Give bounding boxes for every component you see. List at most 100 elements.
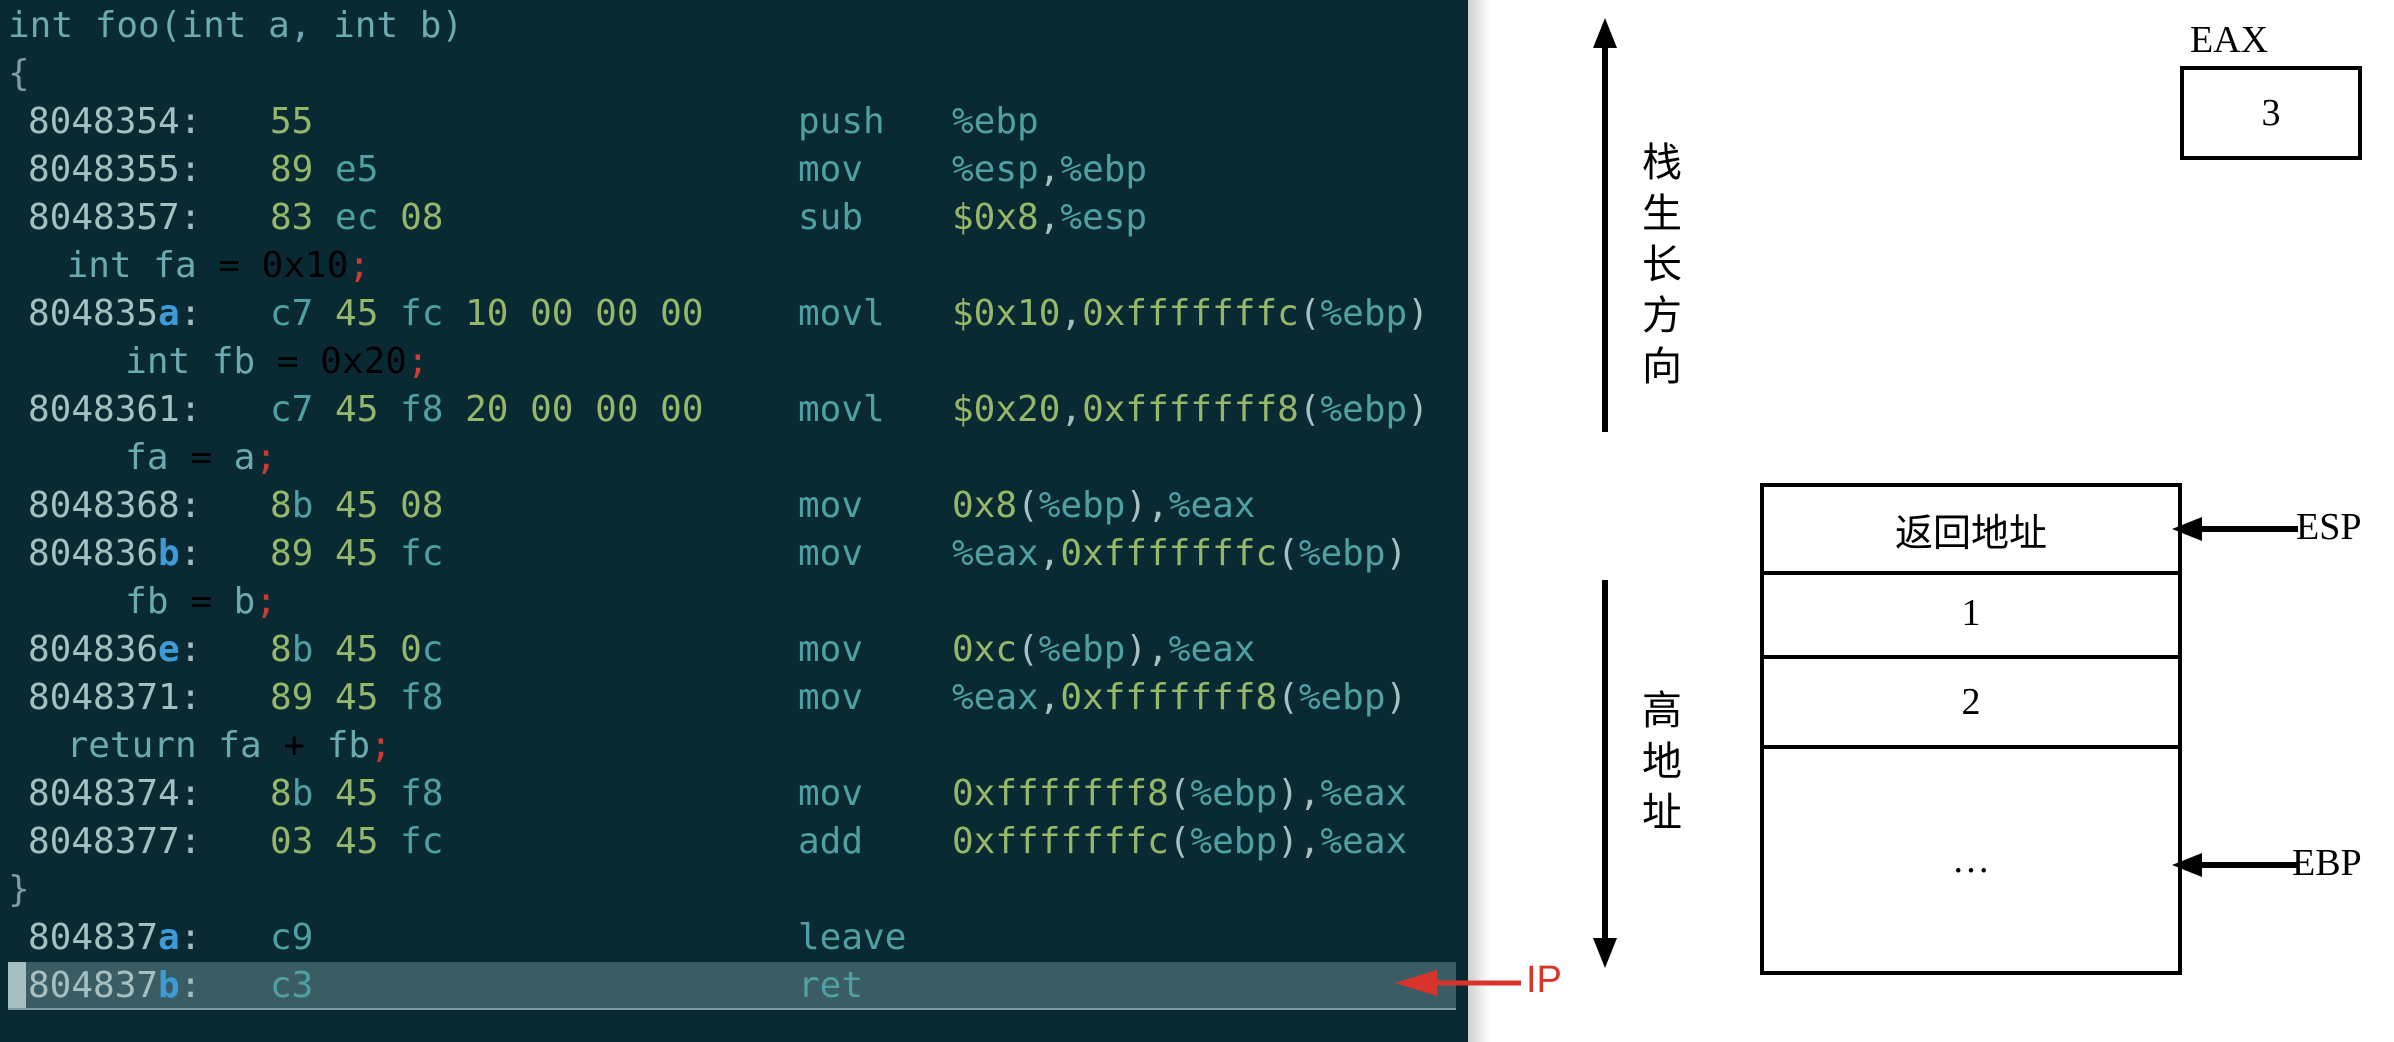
operand-token: ,	[1038, 677, 1061, 718]
operand-token: %ebp	[1298, 677, 1386, 718]
operands: 0xfffffffc(%ebp),%eax	[952, 818, 1407, 866]
operand-token: %esp	[1060, 197, 1148, 238]
operand-token: )	[1385, 533, 1408, 574]
mnemonic: mov	[798, 773, 864, 814]
byte-token: f8	[400, 773, 444, 814]
instruction-address: 8048368:	[28, 482, 201, 530]
address-suffix: a	[158, 917, 180, 958]
asm-line: 8048355: 89 e5 mov %esp,%ebp	[0, 146, 1460, 194]
operand-token: %eax	[1320, 773, 1408, 814]
instruction-address: 8048374:	[28, 770, 201, 818]
source-line: return fa + fb;	[0, 722, 1460, 770]
byte-token: b	[291, 773, 314, 814]
eax-label: EAX	[2190, 19, 2269, 61]
source-line: int foo(int a, int b)	[0, 2, 1460, 50]
address-colon: :	[179, 389, 202, 430]
operand-token: %eax	[1320, 821, 1408, 862]
source-text: int fa = 0x10;	[67, 242, 370, 290]
byte-token: b	[291, 485, 314, 526]
byte-token: 45	[313, 293, 401, 334]
source-token: fa	[125, 437, 191, 478]
byte-token: e5	[313, 149, 379, 190]
mnemonic: mov	[798, 149, 864, 190]
stack-cell-arg-2: 2	[1760, 659, 2182, 749]
semicolon: ;	[255, 437, 277, 478]
address-colon: :	[179, 677, 202, 718]
instruction-address: 8048357:	[28, 194, 201, 242]
stack-cell-return-address: 返回地址	[1760, 483, 2182, 575]
operand-token: 0xc	[952, 629, 1018, 670]
operands: %ebp	[952, 98, 1039, 146]
operand-token: ,	[1038, 197, 1061, 238]
byte-token: c9	[270, 917, 314, 958]
source-text: int fb = 0x20;	[125, 338, 428, 386]
asm-line: 804837b: c3 ret	[0, 962, 1460, 1010]
operand-token: 0xfffffff8	[952, 773, 1169, 814]
esp-pointer-arrow-icon	[2172, 517, 2298, 541]
byte-token: 45 08	[313, 485, 444, 526]
source-token: 0x10	[261, 245, 349, 286]
machine-bytes: 89 e5	[270, 146, 378, 194]
mnemonic: leave	[798, 917, 907, 958]
address-base: 8048354	[28, 101, 180, 142]
instruction-address: 8048354:	[28, 98, 201, 146]
source-token: fb	[125, 581, 191, 622]
high-address-arrow-icon	[1593, 580, 1617, 968]
byte-token: 8	[270, 773, 292, 814]
machine-bytes: 8b 45 0c	[270, 626, 443, 674]
byte-token: fc	[400, 293, 444, 334]
operand-token: %ebp	[952, 101, 1039, 142]
source-text: return fa + fb;	[67, 722, 392, 770]
label-char: 地	[1642, 739, 1682, 785]
address-base: 804836	[28, 533, 159, 574]
source-line: int fb = 0x20;	[0, 338, 1460, 386]
label-char: 生	[1642, 191, 1682, 237]
mnemonic: sub	[798, 197, 864, 238]
operands: $0x10,0xfffffffc(%ebp)	[952, 290, 1429, 338]
disassembly-panel: int foo(int a, int b) {8048354: 55 push %ebp…	[0, 0, 1490, 1042]
stack-cell-ellipsis: …	[1760, 749, 2182, 975]
address-base: 804836	[28, 629, 159, 670]
label-char: 高	[1642, 688, 1682, 734]
asm-line: 8048377: 03 45 fc add 0xfffffffc(%ebp),%eax	[0, 818, 1460, 866]
source-text: }	[8, 866, 30, 914]
semicolon: ;	[370, 725, 392, 766]
byte-token: 03 45	[270, 821, 401, 862]
source-token	[299, 341, 321, 382]
address-base: 804835	[28, 293, 159, 334]
mnemonic: movl	[798, 389, 885, 430]
source-token: return fa	[66, 725, 284, 766]
byte-token: 89 45	[270, 533, 401, 574]
address-base: 8048361	[28, 389, 180, 430]
mnemonic: mov	[798, 677, 864, 718]
stack-cell-arg-1: 1	[1760, 571, 2182, 659]
operand-token: 0xfffffffc	[952, 821, 1169, 862]
instruction-address: 8048355:	[28, 146, 201, 194]
asm-line: 804836b: 89 45 fc mov %eax,0xfffffffc(%ebp)	[0, 530, 1460, 578]
asm-line: 8048361: c7 45 f8 20 00 00 00 movl $0x20,0x…	[0, 386, 1460, 434]
operand-token: ,	[1060, 293, 1083, 334]
byte-token: 08	[400, 197, 444, 238]
source-token	[240, 245, 262, 286]
address-colon: :	[179, 293, 202, 334]
address-colon: :	[179, 149, 202, 190]
source-line: }	[0, 866, 1460, 914]
operand-token: %ebp	[1190, 773, 1278, 814]
operand-token: ),	[1277, 773, 1321, 814]
asm-line: 804837a: c9 leave	[0, 914, 1460, 962]
semicolon: ;	[255, 581, 277, 622]
machine-bytes: 8b 45 f8	[270, 770, 443, 818]
instruction-address: 8048371:	[28, 674, 201, 722]
operand-token: )	[1407, 293, 1429, 334]
asm-line: 8048374: 8b 45 f8 mov 0xfffffff8(%ebp),%eax	[0, 770, 1460, 818]
byte-token: 20 00 00 00	[443, 389, 704, 430]
address-colon: :	[179, 197, 202, 238]
machine-bytes: 89 45 f8	[270, 674, 443, 722]
stack-growth-arrow-icon	[1593, 18, 1617, 432]
operand-token: 0xfffffff8	[1082, 389, 1299, 430]
operands: 0x8(%ebp),%eax	[952, 482, 1255, 530]
address-base: 8048377	[28, 821, 180, 862]
operand-token: (	[1277, 533, 1299, 574]
machine-bytes: 83 ec 08	[270, 194, 443, 242]
source-text: fb = b;	[125, 578, 277, 626]
